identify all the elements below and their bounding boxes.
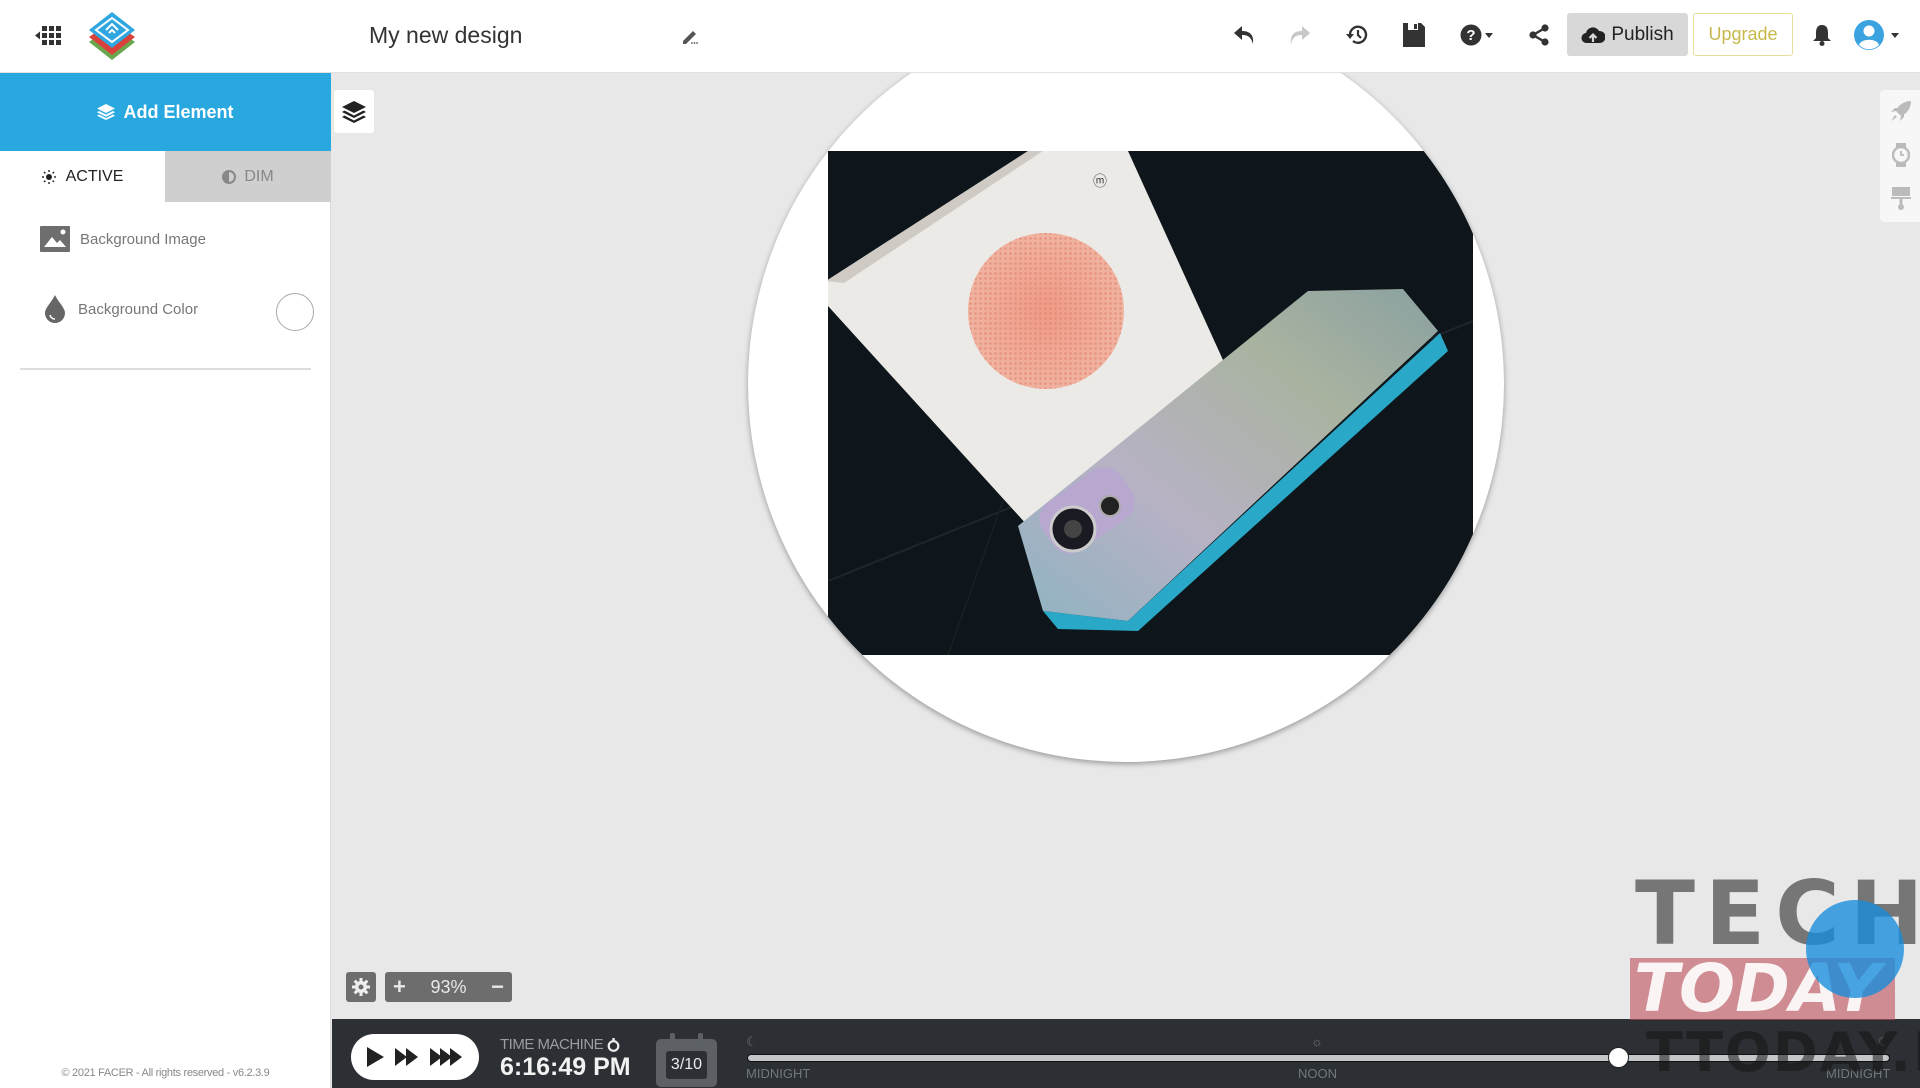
sidebar-divider bbox=[20, 368, 311, 370]
paint-roller-icon[interactable] bbox=[1888, 186, 1914, 212]
zoom-level: 93% bbox=[430, 976, 467, 997]
layers-icon bbox=[97, 104, 116, 120]
moon-icon: ☾ bbox=[1878, 1034, 1890, 1049]
watch-face-preview[interactable]: ⓜ bbox=[748, 6, 1504, 762]
timeline-label-noon: NOON bbox=[1298, 1066, 1337, 1081]
left-sidebar: Add Element ACTIVE DIM Background Image … bbox=[0, 73, 331, 1088]
cloud-upload-icon bbox=[1581, 26, 1606, 44]
current-date: 3/10 bbox=[666, 1051, 707, 1079]
time-slider-track[interactable] bbox=[747, 1054, 1890, 1062]
publish-label: Publish bbox=[1611, 23, 1674, 45]
faster-forward-button[interactable] bbox=[429, 1047, 465, 1067]
redo-icon[interactable] bbox=[1286, 22, 1312, 48]
canvas-settings-button[interactable] bbox=[346, 972, 376, 1002]
droplet-icon bbox=[44, 295, 66, 323]
background-image-item[interactable]: Background Image bbox=[40, 226, 206, 252]
layers-panel-button[interactable] bbox=[334, 90, 374, 133]
tab-dim-label: DIM bbox=[244, 167, 274, 185]
undo-icon[interactable] bbox=[1232, 22, 1258, 48]
sun-icon: ☼ bbox=[1311, 1034, 1323, 1049]
time-slider-handle[interactable] bbox=[1607, 1047, 1629, 1068]
save-icon[interactable] bbox=[1401, 21, 1427, 49]
background-color-item[interactable]: Background Color bbox=[44, 295, 198, 323]
design-title[interactable]: My new design bbox=[369, 22, 522, 49]
reset-time-icon[interactable] bbox=[607, 1037, 620, 1052]
background-color-label: Background Color bbox=[78, 300, 199, 318]
tab-active[interactable]: ACTIVE bbox=[0, 151, 165, 202]
image-icon bbox=[40, 226, 70, 252]
add-element-button[interactable]: Add Element bbox=[0, 73, 331, 151]
rocket-icon[interactable] bbox=[1888, 98, 1914, 124]
timeline-label-end: MIDNIGHT bbox=[1826, 1066, 1891, 1081]
facer-logo[interactable] bbox=[86, 10, 138, 62]
upgrade-button[interactable]: Upgrade bbox=[1693, 13, 1793, 56]
background-image-label: Background Image bbox=[80, 230, 206, 248]
help-menu-button[interactable]: ? bbox=[1458, 22, 1498, 48]
current-time: 6:16:49 PM bbox=[500, 1053, 631, 1081]
half-circle-icon bbox=[222, 169, 237, 184]
gear-icon bbox=[352, 978, 370, 996]
time-machine-label: TIME MACHINE bbox=[500, 1036, 620, 1053]
play-button[interactable] bbox=[365, 1046, 385, 1068]
zoom-controls: + 93% − bbox=[385, 972, 512, 1002]
history-icon[interactable] bbox=[1344, 22, 1370, 48]
right-tool-rail bbox=[1880, 90, 1920, 222]
background-photo: ⓜ bbox=[828, 151, 1473, 655]
sun-icon bbox=[41, 169, 56, 184]
publish-button[interactable]: Publish bbox=[1567, 13, 1688, 56]
svg-text:?: ? bbox=[1466, 27, 1475, 44]
zoom-in-button[interactable]: + bbox=[393, 976, 406, 998]
zoom-out-button[interactable]: − bbox=[491, 976, 504, 998]
background-color-swatch[interactable] bbox=[276, 293, 314, 331]
watch-icon[interactable] bbox=[1888, 142, 1914, 168]
bell-icon[interactable] bbox=[1810, 22, 1834, 48]
tab-active-label: ACTIVE bbox=[65, 167, 124, 185]
copyright-text: © 2021 FACER - All rights reserved - v6.… bbox=[61, 1067, 270, 1079]
user-avatar-menu[interactable] bbox=[1852, 18, 1904, 52]
calendar-ring bbox=[698, 1033, 703, 1043]
add-element-label: Add Element bbox=[123, 101, 234, 122]
time-machine-title: TIME MACHINE bbox=[500, 1036, 604, 1053]
share-icon[interactable] bbox=[1526, 22, 1552, 48]
moon-icon: ☾ bbox=[746, 1034, 758, 1049]
playback-controls bbox=[351, 1034, 479, 1080]
top-header: My new design ? Publish Upgrade bbox=[0, 0, 1920, 73]
timeline-label-start: MIDNIGHT bbox=[746, 1066, 811, 1081]
apps-grid-icon[interactable] bbox=[34, 24, 64, 48]
fast-forward-button[interactable] bbox=[394, 1047, 420, 1067]
tab-dim[interactable]: DIM bbox=[165, 151, 331, 202]
photo-illustration: ⓜ bbox=[828, 151, 1473, 655]
calendar-ring bbox=[670, 1033, 675, 1043]
date-picker[interactable]: 3/10 bbox=[656, 1033, 717, 1087]
svg-text:ⓜ: ⓜ bbox=[1093, 174, 1107, 190]
layers-icon bbox=[342, 100, 366, 123]
edit-pencil-icon[interactable] bbox=[680, 26, 700, 46]
